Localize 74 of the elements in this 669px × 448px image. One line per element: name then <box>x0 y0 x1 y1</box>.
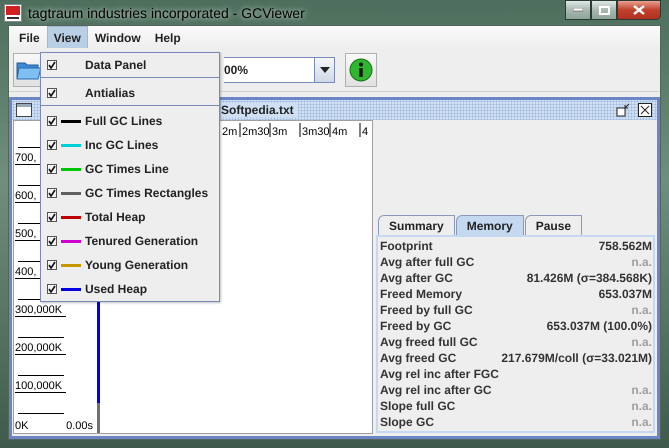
axis-label: 100,000K <box>15 380 66 393</box>
info-button[interactable] <box>345 52 377 86</box>
checkbox-icon[interactable] <box>47 60 57 70</box>
row-label: Avg rel inc after FGC <box>380 367 499 381</box>
caret-icon <box>320 66 330 72</box>
close-button[interactable] <box>617 0 661 20</box>
tab[interactable]: Summary <box>378 215 455 235</box>
row-value: 81.426M (σ=384.568K) <box>526 271 652 285</box>
zoom-combobox[interactable]: 00% <box>224 56 335 82</box>
axis-label: 200,000K <box>15 342 66 355</box>
tab[interactable]: Memory <box>456 215 524 235</box>
tab[interactable]: Pause <box>524 215 582 235</box>
row-value: n.a. <box>631 255 652 269</box>
window-title: tagtraum industries incorporated - GCViewer <box>28 4 306 20</box>
checkbox-icon[interactable] <box>47 236 57 246</box>
row-label: Slope GC <box>380 415 434 429</box>
row-value: n.a. <box>631 335 652 349</box>
menu-option[interactable]: Total Heap <box>41 205 219 229</box>
info-icon <box>349 58 373 82</box>
row-label: Avg freed GC <box>380 351 456 365</box>
row-label: Footprint <box>380 239 433 253</box>
row-value: n.a. <box>631 399 652 413</box>
checkbox-icon[interactable] <box>47 212 57 222</box>
menu-item[interactable]: View <box>46 26 88 48</box>
checkbox-icon[interactable] <box>47 116 57 126</box>
row-label: Avg after GC <box>380 271 453 285</box>
checkbox-icon[interactable] <box>47 260 57 270</box>
restore-button[interactable] <box>615 102 631 118</box>
row-label: Freed by GC <box>380 319 452 333</box>
menu-item[interactable]: File <box>12 26 47 48</box>
row-label: Avg rel inc after GC <box>380 383 492 397</box>
row-value: 758.562M <box>598 239 652 253</box>
row-value: 217.679M/coll (σ=33.021M) <box>501 351 652 365</box>
gc-rectangle-line <box>97 403 100 433</box>
minimize-icon <box>573 8 583 12</box>
row-label: Freed Memory <box>380 287 462 301</box>
time-label: 2m <box>222 126 238 138</box>
time-label: 4 <box>362 126 368 138</box>
time-label: 2m30 <box>242 126 270 138</box>
app-logo-icon <box>4 4 22 22</box>
time-label: 3m30 <box>302 126 330 138</box>
minimize-button[interactable] <box>565 0 591 20</box>
menu-item[interactable]: Help <box>148 26 188 48</box>
checkbox-icon[interactable] <box>47 188 57 198</box>
window-icon <box>16 103 32 117</box>
row-value: 653.037M (100.0%) <box>546 319 652 333</box>
axis-label: 300,000K <box>15 304 66 317</box>
maximize-icon <box>598 6 610 14</box>
row-label: Freed by full GC <box>380 303 473 317</box>
time-label: 3m <box>272 126 288 138</box>
menu-option[interactable]: Data Panel <box>41 53 219 76</box>
time-label: 4m <box>332 126 348 138</box>
row-label: Avg freed full GC <box>380 335 478 349</box>
row-value: n.a. <box>631 415 652 429</box>
checkbox-icon[interactable] <box>47 284 57 294</box>
close-icon <box>633 5 645 15</box>
row-value: n.a. <box>631 303 652 317</box>
row-value: n.a. <box>631 383 652 397</box>
menu-option[interactable]: Antialias <box>41 81 219 104</box>
checkbox-icon[interactable] <box>47 88 57 98</box>
dropdown-button[interactable] <box>314 58 334 82</box>
menu-item[interactable]: Window <box>88 26 148 48</box>
row-value: 653.037M <box>598 287 652 301</box>
menu-option[interactable]: Used Heap <box>41 277 219 301</box>
row-label: Slope full GC <box>380 399 456 413</box>
axis-label: 0K <box>15 420 28 433</box>
close-button[interactable] <box>637 102 653 118</box>
maximize-button[interactable] <box>591 0 617 20</box>
checkbox-icon[interactable] <box>47 140 57 150</box>
axis-label: 0.00s <box>66 420 93 433</box>
document-title: Softpedia.txt <box>221 103 298 117</box>
menu-option[interactable]: Full GC Lines <box>41 109 219 133</box>
checkbox-icon[interactable] <box>47 164 57 174</box>
row-label: Avg after full GC <box>380 255 474 269</box>
